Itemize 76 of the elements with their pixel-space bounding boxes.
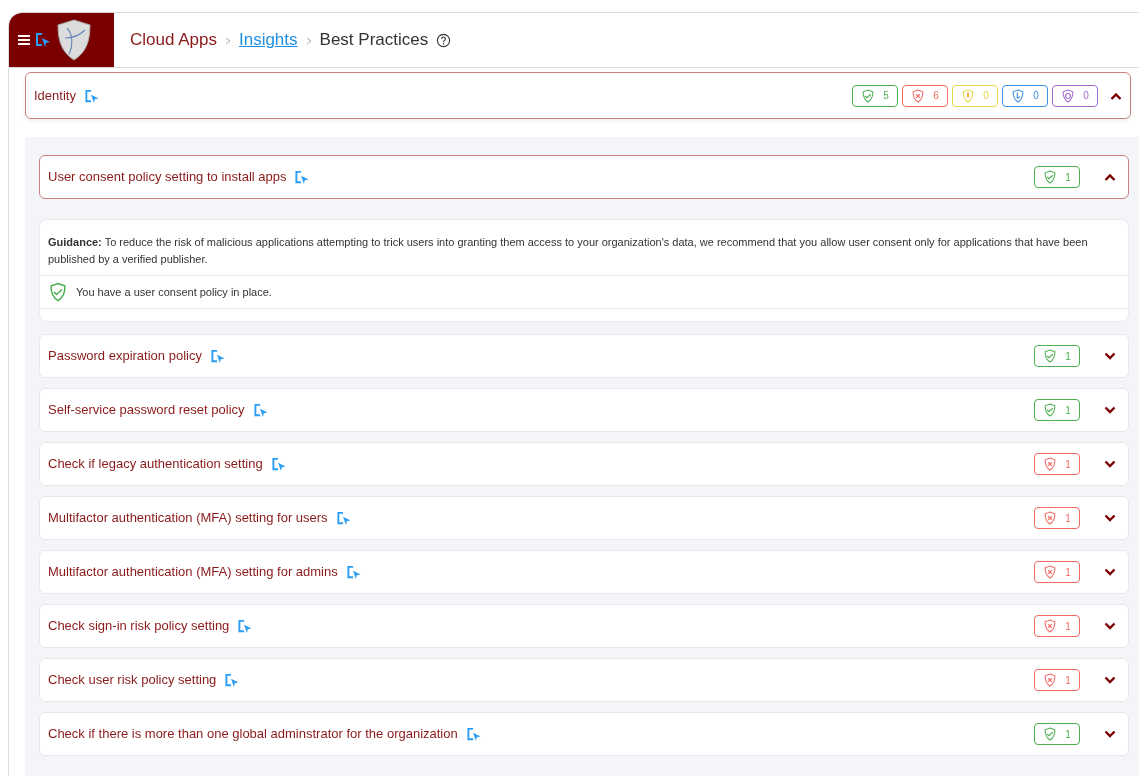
chevron-down-icon[interactable] (1104, 352, 1116, 361)
policy-title: Check if legacy authentication setting (48, 455, 263, 474)
policy-row[interactable]: Password expiration policy 1 (39, 334, 1129, 379)
chevron-down-icon[interactable] (1104, 514, 1116, 523)
status-badge: 1 (1034, 561, 1080, 584)
shield-check-icon (861, 88, 876, 103)
cursor-icon[interactable] (209, 348, 226, 364)
policy-title: Check sign-in risk policy setting (48, 617, 230, 636)
status-badge: 6 (902, 84, 948, 107)
status-badge: 1 (1034, 166, 1080, 189)
chevron-down-icon[interactable] (1104, 730, 1116, 739)
status-badge: 1 (1034, 399, 1080, 422)
policy-row[interactable]: Check sign-in risk policy setting 1 (39, 604, 1129, 649)
cursor-icon[interactable] (270, 456, 287, 472)
result-text: You have a user consent policy in place. (76, 284, 272, 300)
policy-title: Self-service password reset policy (48, 401, 245, 420)
cursor-icon[interactable] (252, 402, 269, 418)
cursor-icon[interactable] (294, 169, 311, 185)
shield-x-icon (1043, 511, 1058, 526)
section-header[interactable]: Identity 5 6 0 0 0 (25, 72, 1131, 120)
policy-title: Check user risk policy setting (48, 671, 217, 690)
policy-row[interactable]: Check user risk policy setting 1 (39, 658, 1129, 703)
page-title: Best Practices (319, 29, 429, 52)
policy-title: Check if there is more than one global adminstrator for the organization (48, 725, 458, 744)
section-title: Identity (34, 86, 76, 105)
shield-check-icon (1043, 727, 1058, 742)
status-badge: 1 (1034, 453, 1080, 476)
chevron-down-icon[interactable] (1104, 460, 1116, 469)
chevron-up-icon[interactable] (1104, 173, 1116, 182)
shield-x-icon (1043, 673, 1058, 688)
status-badge: 1 (1034, 723, 1080, 746)
policy-row[interactable]: Self-service password reset policy 1 (39, 388, 1129, 433)
chevron-up-icon[interactable] (1110, 91, 1122, 100)
cursor-icon[interactable] (465, 726, 482, 742)
cursor-icon[interactable] (335, 510, 352, 526)
separator-icon (305, 36, 312, 45)
shield-logo-icon (55, 18, 93, 63)
policy-row[interactable]: Multifactor authentication (MFA) setting for users 1 (39, 496, 1129, 541)
policy-title: User consent policy setting to install apps (48, 168, 287, 187)
guidance-text: Guidance: To reduce the risk of malicious applications attempting to trick users into granting them access to your organization's data, we recommend that you allow user consent only for applications that have been published by a verified publisher. (40, 220, 1128, 277)
shield-x-icon (1043, 565, 1058, 580)
policy-row[interactable]: Check if there is more than one global adminstrator for the organization 1 (39, 712, 1129, 757)
status-badge: 1 (1034, 669, 1080, 692)
policy-row[interactable]: Multifactor authentication (MFA) setting for admins 1 (39, 550, 1129, 595)
cursor-icon[interactable] (345, 564, 362, 580)
cursor-icon[interactable] (83, 88, 100, 104)
status-badge: 5 (852, 84, 898, 107)
breadcrumb-link[interactable]: Cloud Apps (130, 27, 217, 53)
cursor-icon[interactable] (237, 618, 254, 634)
shield-x-icon (1043, 619, 1058, 634)
shield-x-icon (911, 88, 926, 103)
status-badge: 1 (1034, 507, 1080, 530)
cursor-icon[interactable] (224, 672, 241, 688)
shield-x-icon (1043, 457, 1058, 472)
policy-title: Multifactor authentication (MFA) setting for admins (48, 563, 338, 582)
chevron-down-icon[interactable] (1104, 568, 1116, 577)
shield-check-icon (1043, 349, 1058, 364)
cursor-icon (35, 32, 51, 49)
policy-title: Password expiration policy (48, 347, 202, 366)
status-badge: 0 (1052, 84, 1098, 107)
shield-check-icon (1043, 403, 1058, 418)
menu-icon[interactable] (17, 34, 31, 47)
status-badge: 0 (1002, 84, 1048, 107)
status-badge: 1 (1034, 345, 1080, 368)
policy-title: Multifactor authentication (MFA) setting for users (48, 509, 328, 528)
separator-icon (224, 36, 231, 45)
help-icon[interactable] (436, 32, 452, 48)
policy-row[interactable]: Check if legacy authentication setting 1 (39, 442, 1129, 487)
shield-check-icon (1043, 170, 1058, 185)
shield-alert-icon (961, 88, 976, 103)
status-badge: 0 (952, 84, 998, 107)
status-badge: 1 (1034, 615, 1080, 638)
chevron-down-icon[interactable] (1104, 676, 1116, 685)
shield-arrow-icon (1011, 88, 1026, 103)
chevron-down-icon[interactable] (1104, 622, 1116, 631)
chevron-down-icon[interactable] (1104, 406, 1116, 415)
